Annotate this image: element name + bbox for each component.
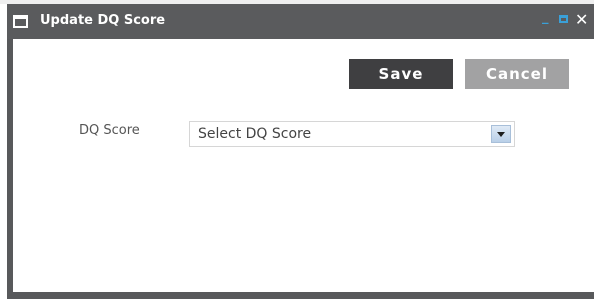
minimize-icon[interactable]: _ [542, 10, 549, 25]
save-button[interactable]: Save [349, 59, 453, 89]
close-icon[interactable]: ✕ [575, 10, 588, 29]
maximize-icon[interactable] [559, 15, 568, 23]
dq-score-select[interactable]: Select DQ Score [189, 121, 515, 147]
dialog-titlebar[interactable]: Update DQ Score _ ✕ [7, 4, 594, 39]
dialog-content: Save Cancel DQ Score Select DQ Score [13, 39, 594, 292]
update-dq-score-dialog: Update DQ Score _ ✕ Save Cancel DQ Score… [7, 4, 594, 299]
dq-score-label: DQ Score [79, 123, 140, 138]
dropdown-arrow-icon[interactable] [491, 125, 511, 143]
window-icon [13, 15, 28, 28]
dialog-title: Update DQ Score [40, 13, 166, 28]
cancel-button[interactable]: Cancel [465, 59, 569, 89]
dq-score-selected-value: Select DQ Score [198, 126, 312, 142]
